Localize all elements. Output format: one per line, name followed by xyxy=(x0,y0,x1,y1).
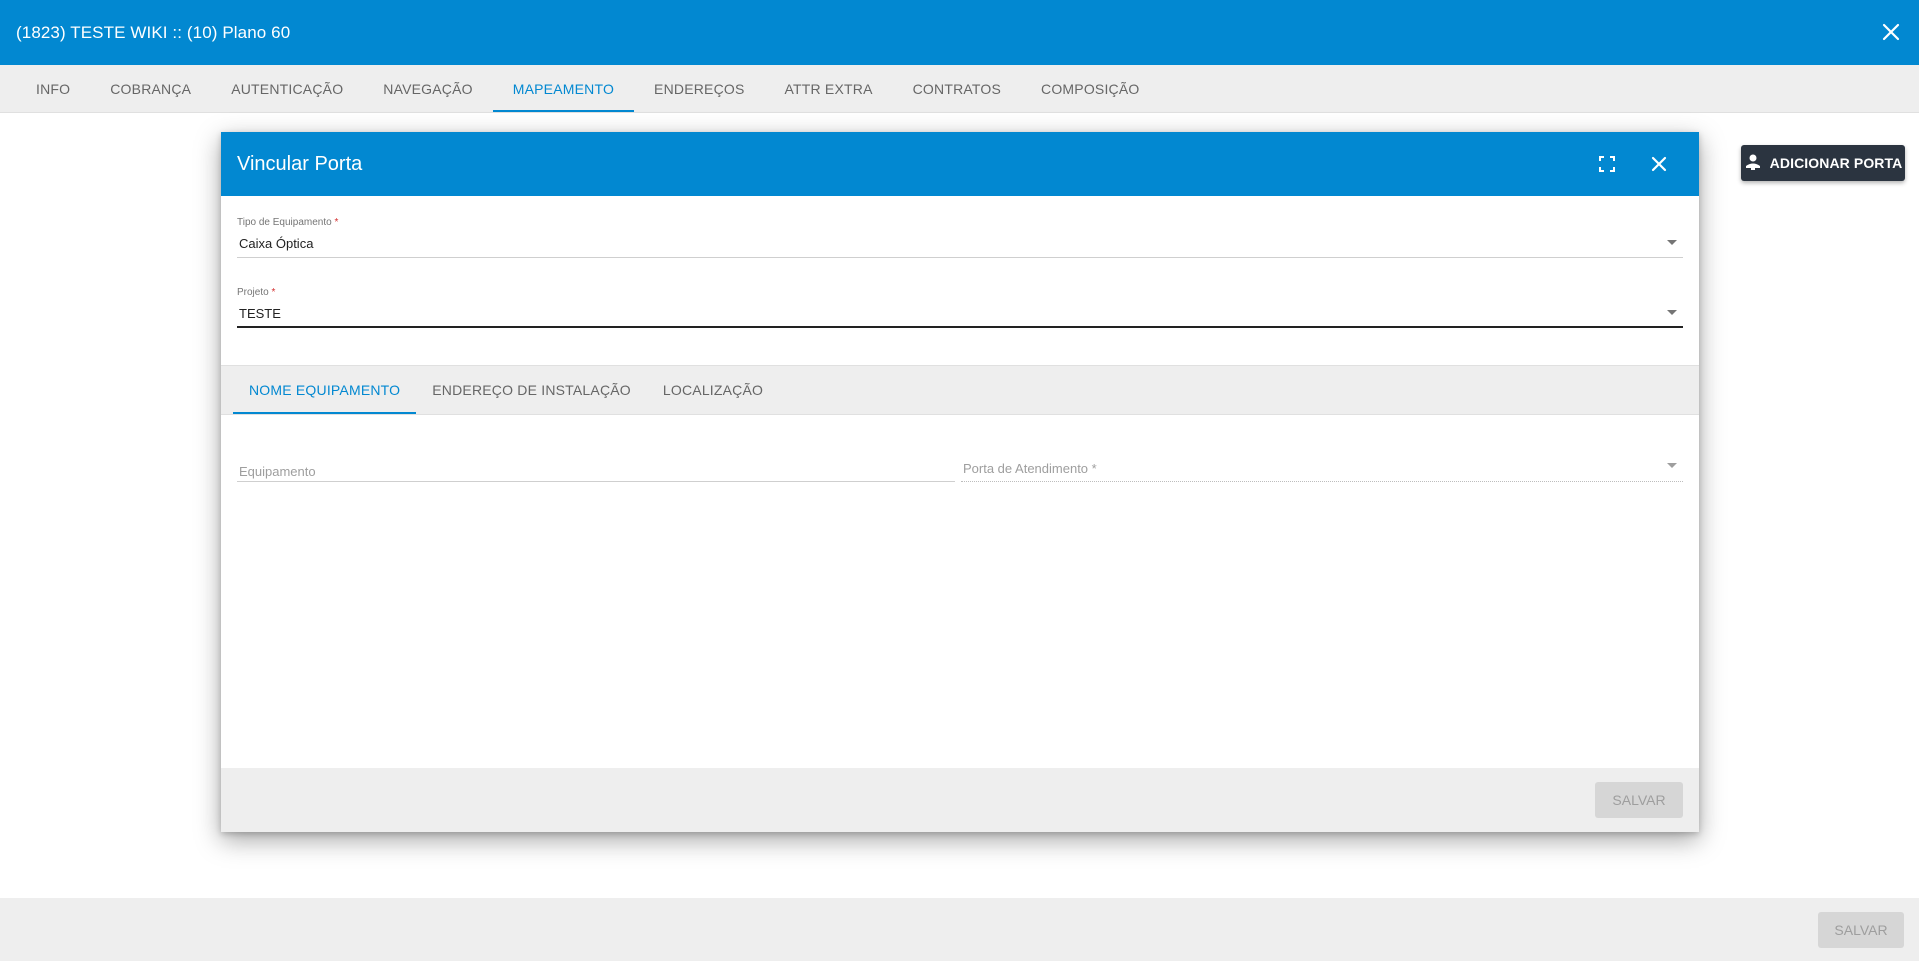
dialog-tab-bar: NOME EQUIPAMENTO ENDEREÇO DE INSTALAÇÃO … xyxy=(221,365,1699,415)
equipamento-field[interactable]: Equipamento xyxy=(237,454,955,482)
person-add-icon xyxy=(1744,153,1762,174)
required-mark: * xyxy=(271,287,276,298)
tab-navegacao[interactable]: NAVEGAÇÃO xyxy=(363,65,492,112)
projeto-value: TESTE xyxy=(239,306,281,321)
projeto-value-box[interactable]: TESTE xyxy=(237,306,1683,328)
dialog-header: Vincular Porta xyxy=(221,132,1699,196)
porta-atendimento-select[interactable]: Porta de Atendimento * xyxy=(961,454,1683,482)
page-title: (1823) TESTE WIKI :: (10) Plano 60 xyxy=(16,22,291,42)
projeto-label: Projeto xyxy=(237,287,269,298)
chevron-down-icon[interactable] xyxy=(1667,310,1677,315)
close-icon[interactable] xyxy=(1645,150,1673,178)
close-icon[interactable] xyxy=(1877,18,1905,46)
tab-info[interactable]: INFO xyxy=(16,65,90,112)
add-port-label: ADICIONAR PORTA xyxy=(1769,155,1903,171)
tipo-equipamento-select[interactable]: Tipo de Equipamento * Caixa Óptica xyxy=(237,217,1683,258)
app-header: (1823) TESTE WIKI :: (10) Plano 60 xyxy=(0,0,1919,65)
tipo-equipamento-value: Caixa Óptica xyxy=(239,236,314,251)
tab-endereco-instalacao[interactable]: ENDEREÇO DE INSTALAÇÃO xyxy=(416,366,647,414)
tab-mapeamento[interactable]: MAPEAMENTO xyxy=(492,65,635,112)
tab-composicao[interactable]: COMPOSIÇÃO xyxy=(1021,65,1159,112)
tab-contratos[interactable]: CONTRATOS xyxy=(893,65,1021,112)
tab-attr-extra[interactable]: ATTR EXTRA xyxy=(765,65,893,112)
tipo-equipamento-value-box[interactable]: Caixa Óptica xyxy=(237,236,1683,258)
save-button[interactable]: SALVAR xyxy=(1818,912,1904,948)
dialog-save-button[interactable]: SALVAR xyxy=(1595,782,1683,818)
dialog-footer: SALVAR xyxy=(221,768,1699,832)
projeto-select[interactable]: Projeto * TESTE xyxy=(237,287,1683,328)
chevron-down-icon[interactable] xyxy=(1667,463,1677,468)
dialog-title: Vincular Porta xyxy=(237,152,363,175)
tab-localizacao[interactable]: LOCALIZAÇÃO xyxy=(647,366,779,414)
main-tab-bar: INFO COBRANÇA AUTENTICAÇÃO NAVEGAÇÃO MAP… xyxy=(0,65,1919,113)
equipamento-placeholder: Equipamento xyxy=(239,464,316,479)
vincular-porta-dialog: Vincular Porta Tipo de Equipamento * Cai… xyxy=(221,132,1699,832)
tipo-equipamento-label: Tipo de Equipamento xyxy=(237,217,332,228)
chevron-down-icon[interactable] xyxy=(1667,240,1677,245)
tab-nome-equipamento[interactable]: NOME EQUIPAMENTO xyxy=(233,366,417,414)
porta-atendimento-placeholder: Porta de Atendimento * xyxy=(963,461,1097,476)
page-footer: SALVAR xyxy=(0,898,1919,961)
add-port-button[interactable]: ADICIONAR PORTA xyxy=(1741,145,1905,181)
fullscreen-icon[interactable] xyxy=(1593,150,1621,178)
tab-autenticacao[interactable]: AUTENTICAÇÃO xyxy=(211,65,363,112)
required-mark: * xyxy=(334,217,339,228)
tab-enderecos[interactable]: ENDEREÇOS xyxy=(634,65,764,112)
tab-cobranca[interactable]: COBRANÇA xyxy=(90,65,211,112)
